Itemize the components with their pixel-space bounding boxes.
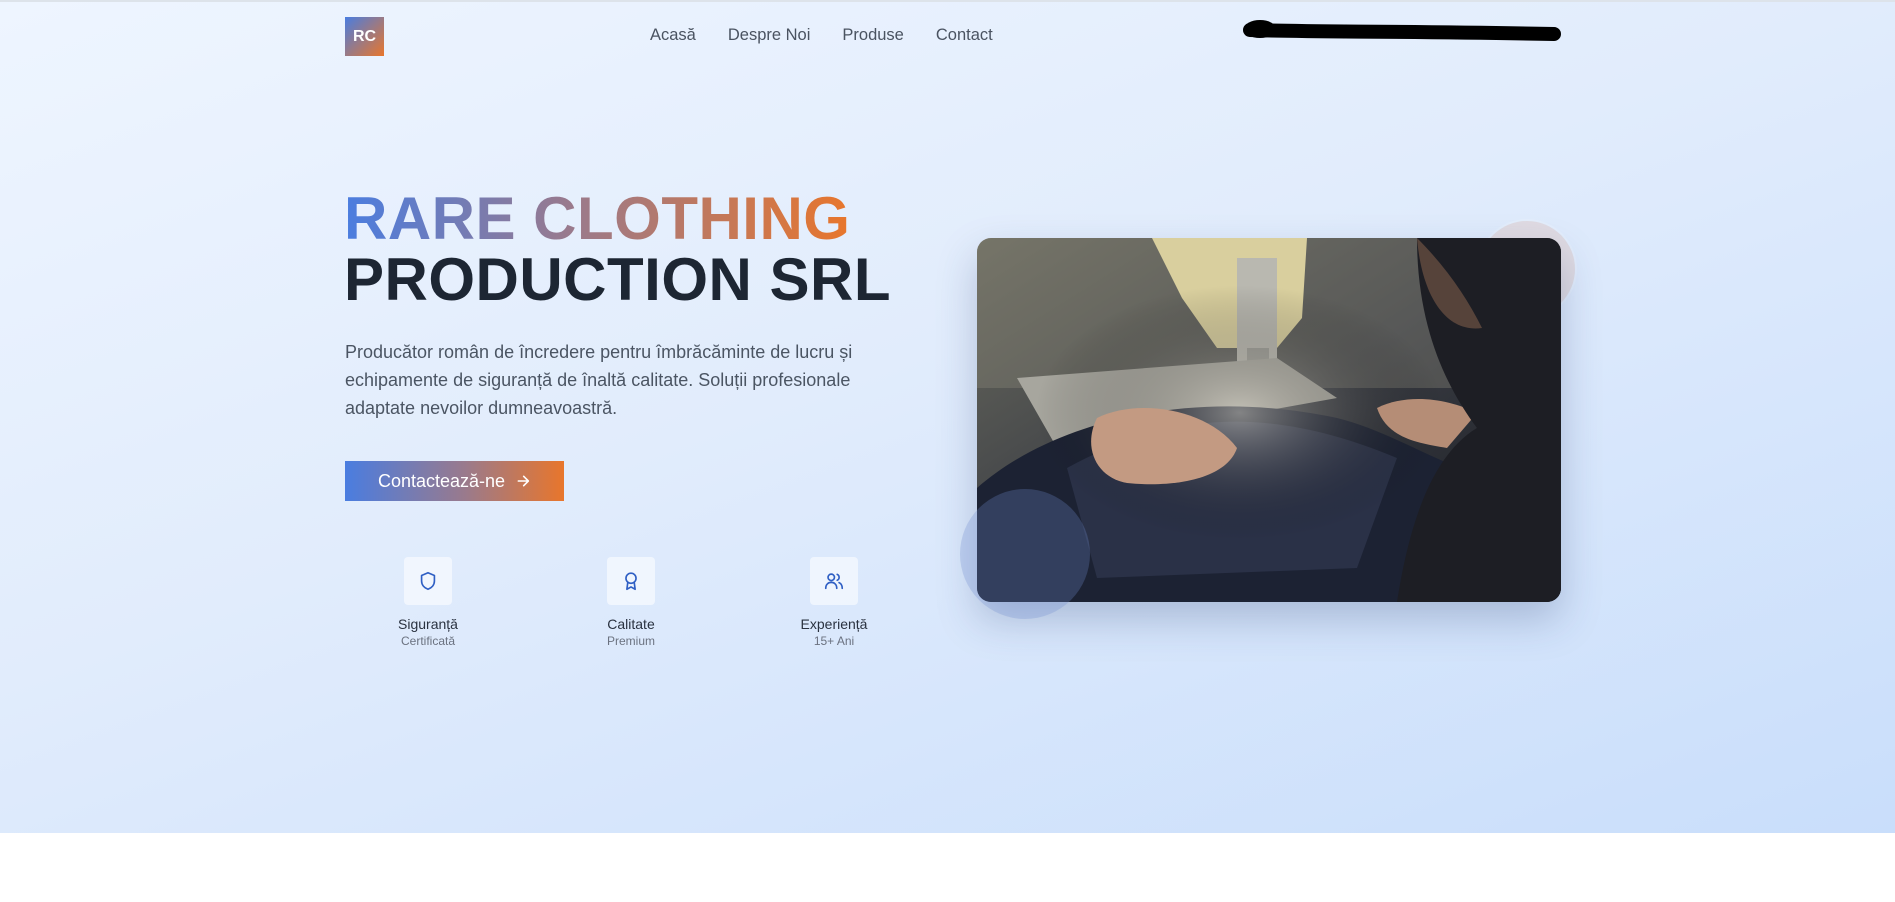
feature-sublabel: Certificată bbox=[400, 634, 456, 648]
feature-experience: Experiență 15+ Ani bbox=[774, 557, 894, 648]
feature-quality: Calitate Premium bbox=[571, 557, 691, 648]
contact-cta-button[interactable]: Contactează-ne bbox=[345, 461, 564, 501]
feature-label: Calitate bbox=[607, 616, 655, 632]
nav-link-contact[interactable]: Contact bbox=[936, 26, 993, 45]
feature-icon-box bbox=[607, 557, 655, 605]
cta-label: Contactează-ne bbox=[377, 470, 506, 491]
feature-list: Siguranță Certificată Calitate Premium E… bbox=[345, 557, 885, 648]
nav-link-home[interactable]: Acasă bbox=[650, 26, 696, 45]
feature-safety: Siguranță Certificată bbox=[368, 557, 488, 648]
nav-link-about[interactable]: Despre Noi bbox=[728, 26, 811, 45]
arrow-right-icon bbox=[517, 475, 530, 487]
hero-section: RC Acasă Despre Noi Produse Contact RARE… bbox=[0, 0, 1895, 833]
decorative-circle bbox=[960, 489, 1090, 619]
hero-title: RARE CLOTHING PRODUCTION SRL bbox=[344, 188, 891, 310]
hero-title-line2: PRODUCTION SRL bbox=[344, 246, 891, 313]
users-icon bbox=[824, 573, 844, 590]
feature-label: Experiență bbox=[800, 616, 868, 632]
feature-icon-box bbox=[810, 557, 858, 605]
feature-icon-box bbox=[404, 557, 452, 605]
feature-sublabel: 15+ Ani bbox=[813, 634, 855, 648]
feature-sublabel: Premium bbox=[606, 634, 655, 648]
main-nav: Acasă Despre Noi Produse Contact bbox=[650, 26, 1025, 45]
redaction-scribble bbox=[1243, 20, 1561, 41]
feature-label: Siguranță bbox=[398, 616, 458, 632]
award-icon bbox=[625, 572, 637, 591]
hero-description: Producător român de încredere pentru îmb… bbox=[345, 342, 853, 418]
hero-title-line1: RARE CLOTHING bbox=[344, 185, 851, 252]
shield-icon bbox=[420, 571, 436, 591]
logo[interactable]: RC bbox=[345, 17, 384, 56]
nav-link-products[interactable]: Produse bbox=[842, 26, 903, 45]
